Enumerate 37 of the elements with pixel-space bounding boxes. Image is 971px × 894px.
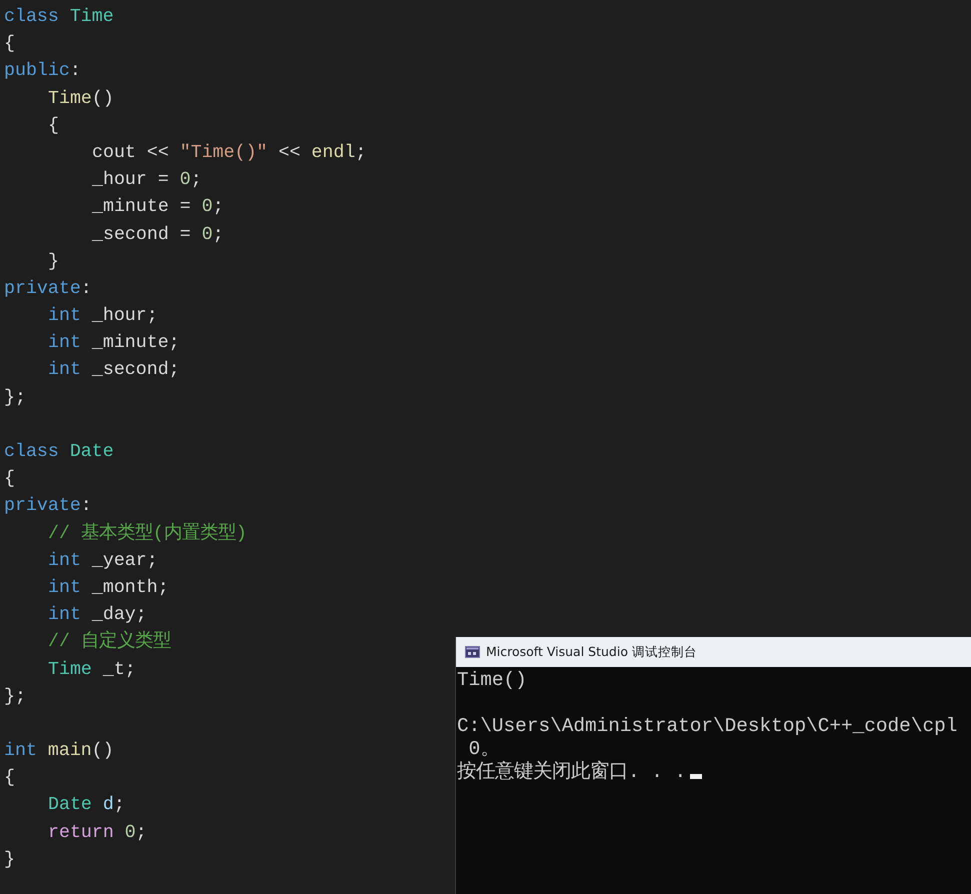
code-line: int _minute; <box>48 332 180 356</box>
text-cursor <box>690 774 702 779</box>
code-line: _hour = 0; <box>92 169 202 192</box>
code-line: _second = 0; <box>92 224 224 246</box>
code-line: { <box>4 33 15 56</box>
console-prompt-line: 按任意键关闭此窗口. . . <box>457 761 686 784</box>
code-line: }; <box>4 386 26 410</box>
code-line: Time() <box>48 88 114 111</box>
console-output-line: 0。 <box>468 738 500 760</box>
code-line: _minute = 0; <box>92 196 224 220</box>
code-line: } <box>4 848 15 872</box>
code-line: int _hour; <box>48 305 158 328</box>
code-line: cout << "Time()" << endl; <box>92 142 366 165</box>
console-app-icon <box>465 646 480 658</box>
code-line: int _year; <box>48 550 158 573</box>
code-line: class Date <box>4 441 114 464</box>
code-line: { <box>48 114 59 138</box>
code-line: return 0; <box>48 822 147 845</box>
code-line: int _day; <box>48 604 147 628</box>
code-line: public: <box>4 60 81 84</box>
code-line: Date d; <box>48 794 125 818</box>
code-line: class Time <box>4 6 114 29</box>
code-line: } <box>48 250 59 274</box>
code-line: // 自定义类型 <box>48 630 171 654</box>
window-title: Microsoft Visual Studio 调试控制台 <box>486 644 697 660</box>
console-output-line: Time() <box>457 669 527 692</box>
code-line: Time _t; <box>48 658 136 682</box>
code-line: { <box>4 468 15 492</box>
code-line: int main() <box>4 740 114 764</box>
code-line: int _month; <box>48 576 169 600</box>
code-line: private: <box>4 278 92 301</box>
code-line: }; <box>4 686 26 709</box>
code-line: private: <box>4 495 92 518</box>
code-line: // 基本类型(内置类型) <box>48 522 247 546</box>
code-line: { <box>4 767 15 790</box>
console-output-line: C:\Users\Administrator\Desktop\C++_code\cpl <box>457 715 958 738</box>
code-line: int _second; <box>48 359 180 382</box>
